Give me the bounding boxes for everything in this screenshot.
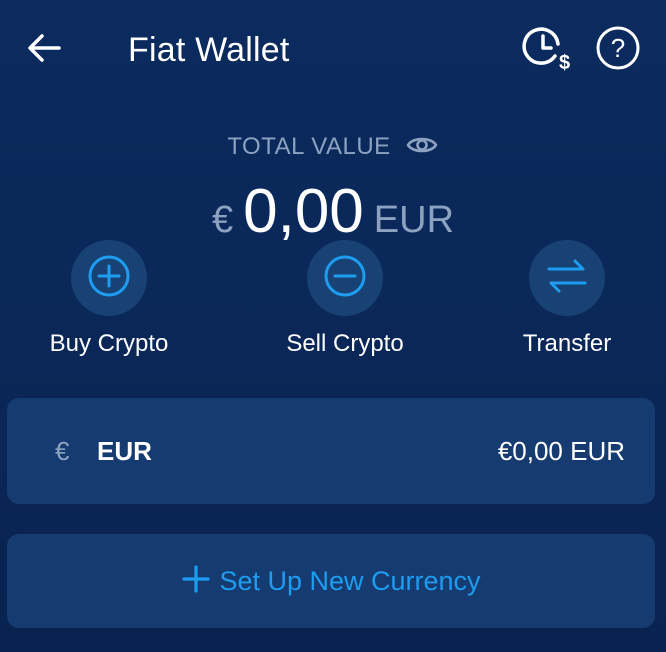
currency-item-eur[interactable]: € EUR €0,00 EUR <box>7 398 655 504</box>
eye-icon <box>406 134 438 161</box>
page-title: Fiat Wallet <box>128 31 290 69</box>
buy-crypto-button[interactable]: Buy Crypto <box>19 240 199 358</box>
transfer-icon-circle <box>529 240 605 316</box>
sell-crypto-label: Sell Crypto <box>286 330 404 357</box>
transfer-label: Transfer <box>522 330 612 357</box>
arrow-left-icon <box>27 33 61 68</box>
history-button[interactable]: $ <box>522 26 572 74</box>
set-up-new-currency-button[interactable]: Set Up New Currency <box>7 534 655 628</box>
help-button[interactable]: ? <box>594 26 642 74</box>
svg-text:?: ? <box>611 33 625 63</box>
svg-text:$: $ <box>559 52 570 72</box>
currency-item-code: EUR <box>97 436 152 466</box>
total-amount-value: 0,00 <box>243 177 364 246</box>
minus-circle-icon <box>322 253 368 304</box>
total-value-header: TOTAL VALUE <box>0 133 666 161</box>
toggle-visibility-button[interactable] <box>405 133 439 161</box>
back-button[interactable] <box>22 28 66 72</box>
buy-crypto-icon-circle <box>71 240 147 316</box>
swap-arrows-icon <box>545 256 589 301</box>
set-up-new-currency-label: Set Up New Currency <box>219 565 481 596</box>
plus-icon <box>181 564 211 599</box>
transfer-button[interactable]: Transfer <box>477 240 657 358</box>
currency-symbol: € <box>211 199 234 241</box>
sell-crypto-icon-circle <box>307 240 383 316</box>
currency-code: EUR <box>373 199 455 241</box>
clock-dollar-icon: $ <box>522 24 572 77</box>
currency-item-balance: €0,00 EUR <box>497 436 625 466</box>
currency-item-symbol: € <box>55 436 70 466</box>
buy-crypto-label: Buy Crypto <box>49 330 169 357</box>
total-amount: € 0,00 EUR <box>0 176 666 247</box>
total-value-label: TOTAL VALUE <box>227 133 391 160</box>
sell-crypto-button[interactable]: Sell Crypto <box>255 240 435 358</box>
question-circle-icon: ? <box>595 25 641 76</box>
plus-circle-icon <box>86 253 132 304</box>
app-header: Fiat Wallet $ ? <box>0 0 666 100</box>
